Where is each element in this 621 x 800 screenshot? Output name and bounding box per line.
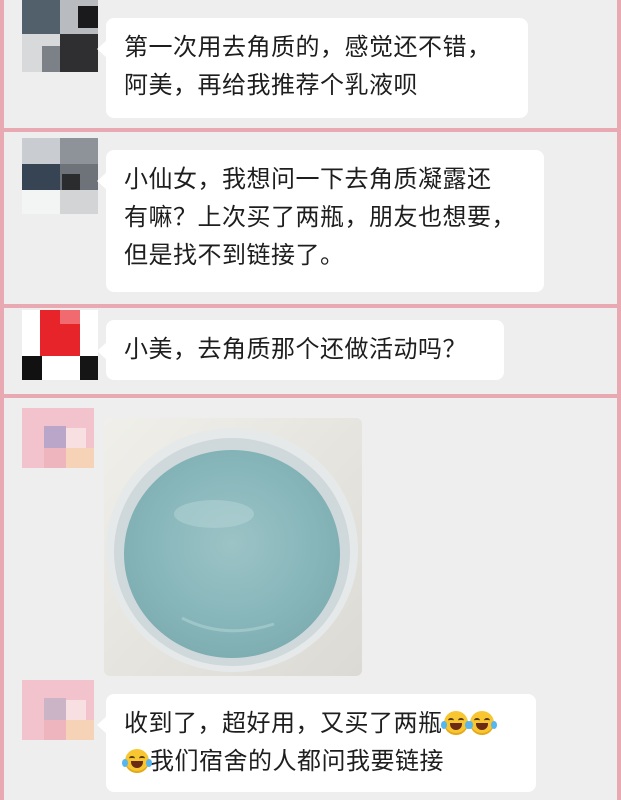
chat-message-2: 小仙女，我想问一下去角质凝露还 有嘛？上次买了两瓶，朋友也想要， 但是找不到链接… bbox=[4, 132, 617, 304]
avatar[interactable] bbox=[22, 138, 98, 214]
avatar-pixel bbox=[22, 138, 60, 164]
message-text: 但是找不到链接了。 bbox=[124, 241, 345, 269]
message-text: 小仙女，我想问一下去角质凝露还 bbox=[124, 165, 492, 193]
avatar[interactable] bbox=[22, 680, 94, 740]
message-text-part: 我们宿舍的人都问我要链接 bbox=[150, 747, 444, 775]
chat-message-4: 收到了，超好用，又买了两瓶 我们宿舍的人都问我要链接 bbox=[4, 398, 617, 800]
avatar-pixel bbox=[80, 356, 98, 380]
message-text: 阿美，再给我推荐个乳液呗 bbox=[124, 71, 418, 99]
avatar-pixel bbox=[44, 448, 66, 468]
message-text-part: 收到了，超好用，又买了两瓶 bbox=[124, 709, 443, 737]
avatar-pixel bbox=[60, 310, 80, 324]
message-photo[interactable] bbox=[104, 418, 362, 676]
message-bubble[interactable]: 收到了，超好用，又买了两瓶 我们宿舍的人都问我要链接 bbox=[97, 694, 536, 792]
avatar-pixel bbox=[60, 138, 98, 164]
face-with-tears-of-joy-icon bbox=[440, 711, 471, 735]
avatar[interactable] bbox=[22, 0, 98, 72]
avatar-pixel bbox=[66, 700, 86, 720]
avatar[interactable] bbox=[22, 310, 98, 380]
chat-message-1: 第一次用去角质的，感觉还不错， 阿美，再给我推荐个乳液呗 bbox=[4, 0, 617, 128]
avatar-pixel bbox=[66, 448, 94, 468]
avatar-pixel bbox=[42, 46, 60, 72]
message-text: 收到了，超好用，又买了两瓶 bbox=[124, 704, 518, 742]
avatar-pixel bbox=[60, 190, 98, 214]
face-with-tears-of-joy-icon bbox=[122, 749, 152, 773]
avatar[interactable] bbox=[22, 408, 94, 468]
face-with-tears-of-joy-icon bbox=[466, 711, 497, 735]
message-text: 有嘛？上次买了两瓶，朋友也想要， bbox=[124, 203, 516, 231]
avatar-pixel bbox=[60, 34, 98, 72]
gel-container-photo bbox=[104, 418, 362, 676]
message-text: 我们宿舍的人都问我要链接 bbox=[122, 742, 518, 780]
avatar-pixel bbox=[66, 720, 94, 740]
avatar-pixel bbox=[62, 174, 80, 190]
avatar-pixel bbox=[44, 720, 66, 740]
avatar-pixel bbox=[22, 164, 60, 190]
avatar-pixel bbox=[78, 6, 98, 28]
avatar-pixel bbox=[22, 356, 42, 380]
avatar-pixel bbox=[66, 428, 86, 448]
avatar-pixel bbox=[44, 426, 66, 448]
message-text: 小美，去角质那个还做活动吗？ bbox=[124, 335, 467, 363]
message-bubble[interactable]: 小仙女，我想问一下去角质凝露还 有嘛？上次买了两瓶，朋友也想要， 但是找不到链接… bbox=[97, 150, 544, 292]
avatar-pixel bbox=[22, 190, 60, 214]
message-bubble[interactable]: 第一次用去角质的，感觉还不错， 阿美，再给我推荐个乳液呗 bbox=[97, 18, 528, 118]
avatar-pixel bbox=[44, 698, 66, 720]
avatar-pixel bbox=[22, 0, 60, 34]
chat-message-3: 小美，去角质那个还做活动吗？ bbox=[4, 308, 617, 394]
message-bubble[interactable]: 小美，去角质那个还做活动吗？ bbox=[97, 320, 504, 380]
message-text: 第一次用去角质的，感觉还不错， bbox=[124, 33, 492, 61]
